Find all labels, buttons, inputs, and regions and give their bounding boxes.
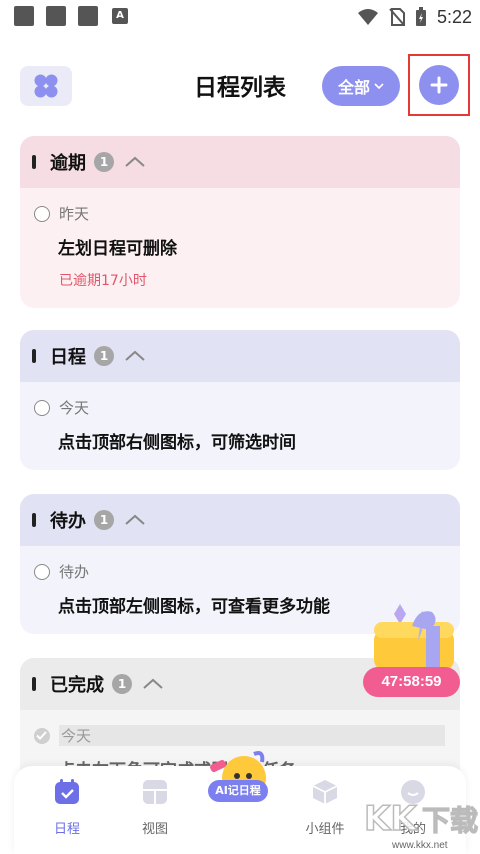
item-date: 昨天 <box>59 205 90 223</box>
item-text: 点击顶部左侧图标，可查看更多功能 <box>58 597 330 617</box>
item-date: 待办 <box>59 563 90 581</box>
chevron-up-icon[interactable] <box>124 156 146 168</box>
notification-icon <box>78 6 98 26</box>
notification-icon <box>14 6 34 26</box>
check-icon <box>36 731 47 740</box>
gift-promo[interactable] <box>366 600 462 670</box>
complete-checkbox[interactable] <box>34 564 50 580</box>
filter-label: 全部 <box>337 78 370 97</box>
chevron-down-icon <box>374 83 384 90</box>
nav-widgets[interactable]: 小组件 <box>290 778 360 837</box>
nav-schedule[interactable]: 日程 <box>32 778 102 837</box>
list-item[interactable]: 今天 点击顶部右侧图标，可筛选时间 <box>20 382 460 470</box>
watermark-url: www.kkx.net <box>392 840 448 851</box>
plus-icon <box>430 76 448 94</box>
section-header[interactable]: 逾期 1 <box>20 136 460 188</box>
section-title: 逾期 <box>50 153 86 174</box>
nav-view[interactable]: 视图 <box>120 778 190 837</box>
battery-icon <box>415 7 426 26</box>
section-marker <box>32 155 36 169</box>
notification-icon <box>46 6 66 26</box>
chevron-up-icon[interactable] <box>124 514 146 526</box>
cube-icon <box>312 780 338 804</box>
app-notification-icon: A <box>112 8 128 24</box>
svg-text:KK: KK <box>364 799 418 839</box>
overdue-status: 已逾期17小时 <box>59 273 147 289</box>
complete-checkbox[interactable] <box>34 400 50 416</box>
section-marker <box>32 677 36 691</box>
nav-label: 视图 <box>141 822 168 837</box>
clock: 5:22 <box>436 6 472 27</box>
ai-label: AI记日程 <box>208 780 268 802</box>
count-badge: 1 <box>94 510 114 530</box>
promo-countdown[interactable]: 47:58:59 <box>363 667 460 697</box>
kk-logo: KK 下载 <box>363 798 478 840</box>
add-schedule-button[interactable] <box>419 65 459 105</box>
count-badge: 1 <box>94 346 114 366</box>
item-text: 左划日程可删除 <box>58 239 177 259</box>
calendar-icon <box>55 779 79 804</box>
count-badge: 1 <box>112 674 132 694</box>
nav-label: 日程 <box>53 822 80 837</box>
wifi-icon <box>357 9 378 25</box>
item-date: 今天 <box>59 399 90 417</box>
completed-checkbox[interactable] <box>34 728 50 744</box>
section-title: 已完成 <box>50 675 104 696</box>
item-text: 点击顶部右侧图标，可筛选时间 <box>58 433 296 453</box>
section-marker <box>32 513 36 527</box>
grid-view-icon <box>143 780 167 804</box>
section-title: 待办 <box>50 511 86 532</box>
chevron-up-icon[interactable] <box>142 678 164 690</box>
list-item[interactable]: 昨天 左划日程可删除 已逾期17小时 <box>20 188 460 308</box>
status-bar: A 5:22 <box>0 0 480 34</box>
time-filter-button[interactable]: 全部 <box>322 66 400 106</box>
no-sim-icon <box>389 8 405 26</box>
complete-checkbox[interactable] <box>34 206 50 222</box>
nav-label: 小组件 <box>305 822 345 837</box>
gift-box-icon <box>374 604 454 670</box>
item-date: 今天 <box>59 725 445 746</box>
schedule-section: 日程 1 今天 点击顶部右侧图标，可筛选时间 <box>20 330 460 470</box>
overdue-section: 逾期 1 昨天 左划日程可删除 已逾期17小时 <box>20 136 460 308</box>
chevron-up-icon[interactable] <box>124 350 146 362</box>
svg-text:下载: 下载 <box>422 804 478 837</box>
section-header[interactable]: 日程 1 <box>20 330 460 382</box>
section-marker <box>32 349 36 363</box>
section-header[interactable]: 待办 1 <box>20 494 460 546</box>
ai-schedule-button[interactable]: AI记日程 <box>204 751 276 824</box>
count-badge: 1 <box>94 152 114 172</box>
section-title: 日程 <box>50 347 86 368</box>
